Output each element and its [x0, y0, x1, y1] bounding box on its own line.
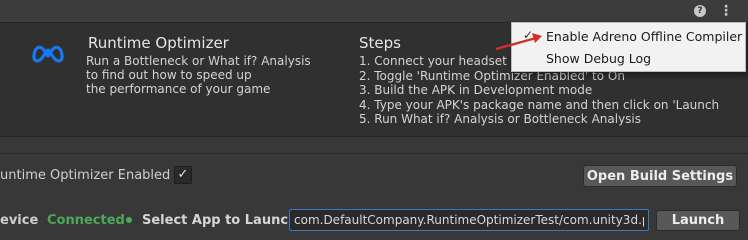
help-glyph: ?	[694, 5, 706, 17]
package-name-input[interactable]	[289, 209, 649, 231]
step-item: 5. Run What if? Analysis or Bottleneck A…	[359, 112, 642, 126]
menu-item-label: Show Debug Log	[546, 51, 652, 66]
red-arrow-annotation	[495, 33, 542, 51]
steps-title: Steps	[359, 34, 401, 52]
open-build-settings-button[interactable]: Open Build Settings	[583, 165, 737, 187]
connection-status: Connected	[47, 213, 125, 228]
optimizer-description: Run a Bottleneck or What if? Analysis to…	[86, 54, 311, 96]
menu-item-label: Enable Adreno Offline Compiler	[546, 29, 743, 44]
kebab-menu-icon[interactable]: ⋮	[718, 3, 734, 19]
help-icon[interactable]: ?	[692, 3, 708, 19]
context-menu: ✓ Enable Adreno Offline Compiler Show De…	[511, 22, 746, 72]
description-line: to find out how to speed up	[86, 68, 252, 82]
optimizer-title: Runtime Optimizer	[88, 34, 229, 52]
description-line: the performance of your game	[86, 82, 271, 96]
step-item: 4. Type your APK's package name and then…	[359, 97, 720, 112]
meta-logo-icon	[32, 45, 64, 63]
launch-button[interactable]: Launch	[656, 210, 740, 231]
step-item: 3. Build the APK in Development mode	[359, 83, 593, 97]
menu-item-show-debug-log[interactable]: Show Debug Log	[512, 47, 745, 69]
status-dot-icon	[126, 217, 132, 223]
description-line: Run a Bottleneck or What if? Analysis	[86, 54, 311, 68]
divider	[0, 153, 748, 154]
optimizer-enabled-label: untime Optimizer Enabled	[0, 168, 171, 183]
optimizer-enabled-checkbox[interactable]: ✓	[174, 166, 192, 184]
menu-item-enable-adreno-offline-compiler[interactable]: ✓ Enable Adreno Offline Compiler	[512, 25, 745, 47]
top-toolbar: ? ⋮	[0, 0, 748, 23]
select-app-label: Select App to Launch:	[142, 213, 303, 228]
device-label: evice	[0, 213, 39, 228]
